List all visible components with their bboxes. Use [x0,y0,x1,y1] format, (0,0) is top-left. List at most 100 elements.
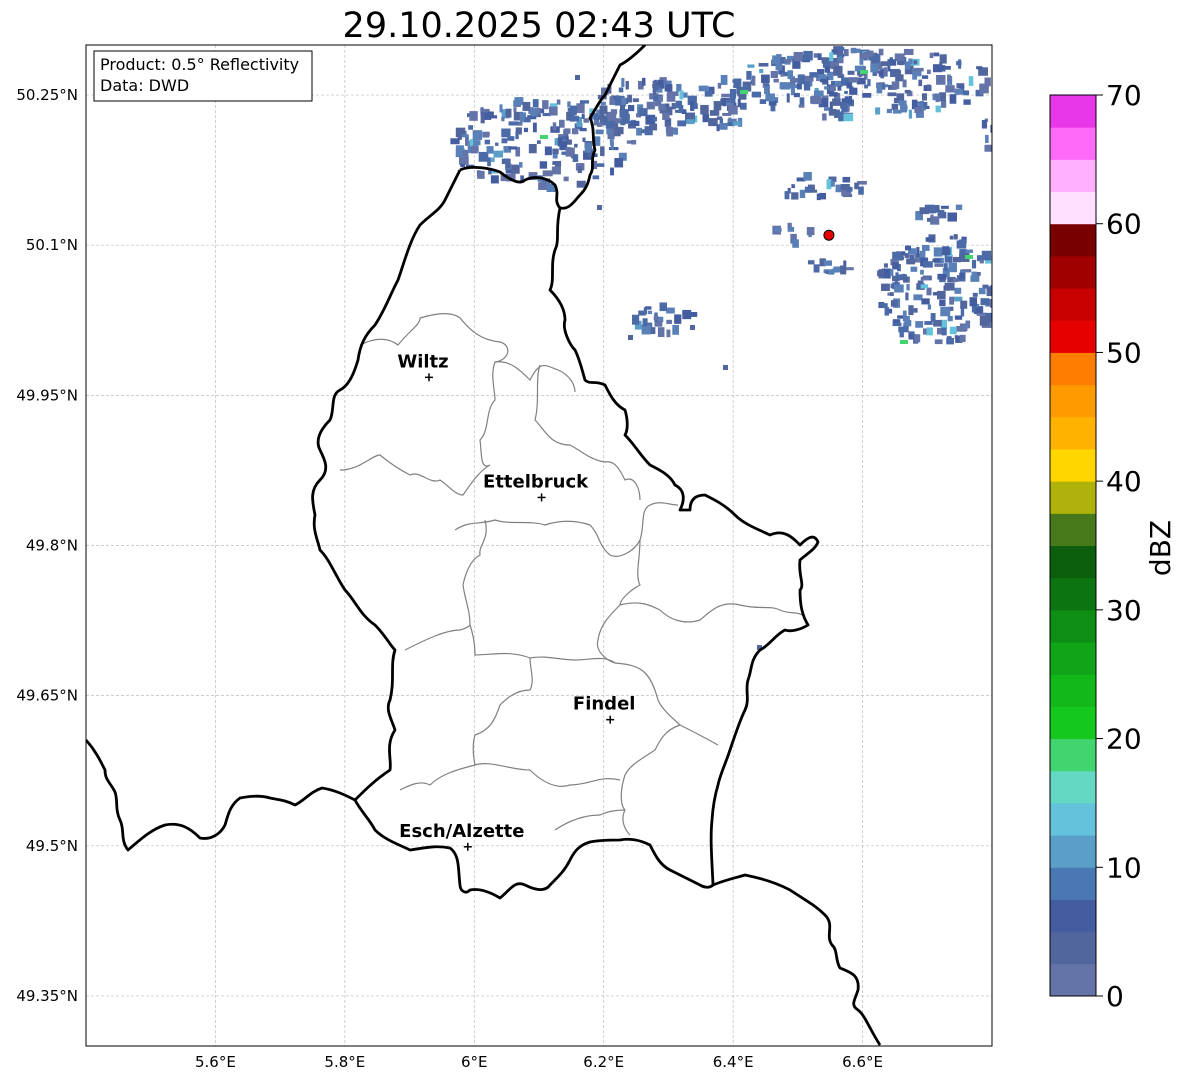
radar-echo-cell [523,127,529,133]
radar-echo-cell [959,334,966,343]
radar-echo-cell [469,111,478,121]
colorbar-tick-label: 10 [1106,851,1142,884]
radar-echo-cell [978,287,986,295]
x-tick-label: 6.6°E [842,1053,883,1071]
radar-echo-cell [990,285,992,290]
radar-echo-cell [939,299,946,307]
radar-echo-cell [904,320,912,327]
radar-echo-cell [690,325,695,330]
radar-echo-cell [914,334,921,343]
radar-echo-cell [922,244,930,251]
radar-echo-cell [709,110,720,116]
y-tick-label: 49.65°N [16,687,78,705]
radar-echo-cell [505,132,511,137]
radar-echo-cell [542,100,549,110]
radar-echo-cell [860,70,868,74]
radar-echo-cell [552,122,557,131]
radar-echo-cell [953,234,958,240]
radar-echo-cell [833,65,843,76]
radar-echo-cell [641,77,646,86]
radar-echo-cell [528,143,537,154]
radar-echo-cell [920,269,924,275]
radar-echo-cell [891,103,899,110]
radar-echo-cell [575,75,580,80]
radar-echo-cell [797,74,805,85]
radar-echo-cell [484,139,490,145]
radar-echo-cell [507,136,515,141]
colorbar-segment [1050,448,1096,482]
radar-echo-cell [878,48,884,56]
radar-echo-cell [532,122,537,133]
radar-echo-cell [894,53,905,62]
radar-echo-cell [720,75,728,85]
radar-echo-cell [971,260,977,269]
radar-echo-cell [596,122,603,127]
radar-echo-cell [913,67,924,72]
radar-echo-cell [843,113,854,122]
radar-echo-cell [636,127,643,136]
radar-echo-cell [921,93,927,101]
radar-echo-cell [934,339,943,345]
radar-echo-cell [659,302,667,312]
radar-echo-cell [522,101,531,111]
radar-echo-cell [728,105,738,115]
colorbar-label: dBZ [1144,520,1177,576]
y-tick-label: 50.25°N [16,86,78,104]
radar-echo-cell [932,64,942,73]
radar-echo-cell [576,103,585,114]
radar-echo-cell [934,93,939,100]
radar-echo-cell [924,321,933,325]
radar-echo-cell [915,321,924,328]
colorbar-segment [1050,674,1096,707]
radar-echo-cell [708,118,718,127]
radar-echo-cell [891,81,900,90]
radar-echo-cell [883,67,888,77]
radar-echo-cell [958,239,966,246]
radar-echo-cell [956,61,962,66]
radar-echo-cell [482,131,490,138]
radar-echo-cell [503,158,510,162]
radar-echo-cell [641,129,645,134]
radar-echo-cell [732,121,741,126]
radar-echo-cell [952,278,959,282]
colorbar-segment [1050,481,1096,514]
radar-echo-cell [880,61,891,67]
radar-echo-cell [829,85,836,92]
radar-echo-cell [776,54,782,58]
radar-echo-cell [450,138,460,145]
radar-echo-cell [913,308,918,313]
radar-echo-cell [969,297,978,307]
info-data-source-text: Data: DWD [100,76,189,95]
radar-echo-cell [764,86,769,94]
radar-echo-cell [981,120,988,129]
colorbar-segment [1050,191,1096,225]
radar-echo-cell [892,262,899,269]
radar-echo-cell [822,113,827,121]
radar-echo-cell [774,228,782,232]
radar-echo-cell [551,166,561,175]
radar-echo-cell [933,247,943,257]
radar-echo-cell [880,303,888,308]
radar-echo-cell [903,276,910,283]
radar-echo-cell [491,157,495,163]
radar-echo-cell [770,71,778,78]
radar-echo-cell [683,92,688,98]
radar-echo-cell [899,60,904,66]
radar-echo-cell [934,263,944,267]
radar-echo-cell [826,179,832,190]
radar-echo-cell [486,146,494,154]
radar-echo-cell [597,205,602,210]
radar-echo-cell [780,73,784,77]
radar-echo-cell [890,300,898,307]
radar-echo-cell [570,117,575,122]
radar-echo-cell [972,292,978,297]
radar-echo-cell [721,93,731,98]
radar-echo-cell [949,235,954,240]
colorbar-segment [1050,706,1096,740]
radar-echo-cell [954,88,963,95]
radar-echo-cell [638,108,648,117]
radar-echo-cell [629,120,640,127]
y-tick-label: 49.35°N [16,987,78,1005]
radar-echo-cell [942,246,950,256]
radar-echo-cell [867,50,874,57]
